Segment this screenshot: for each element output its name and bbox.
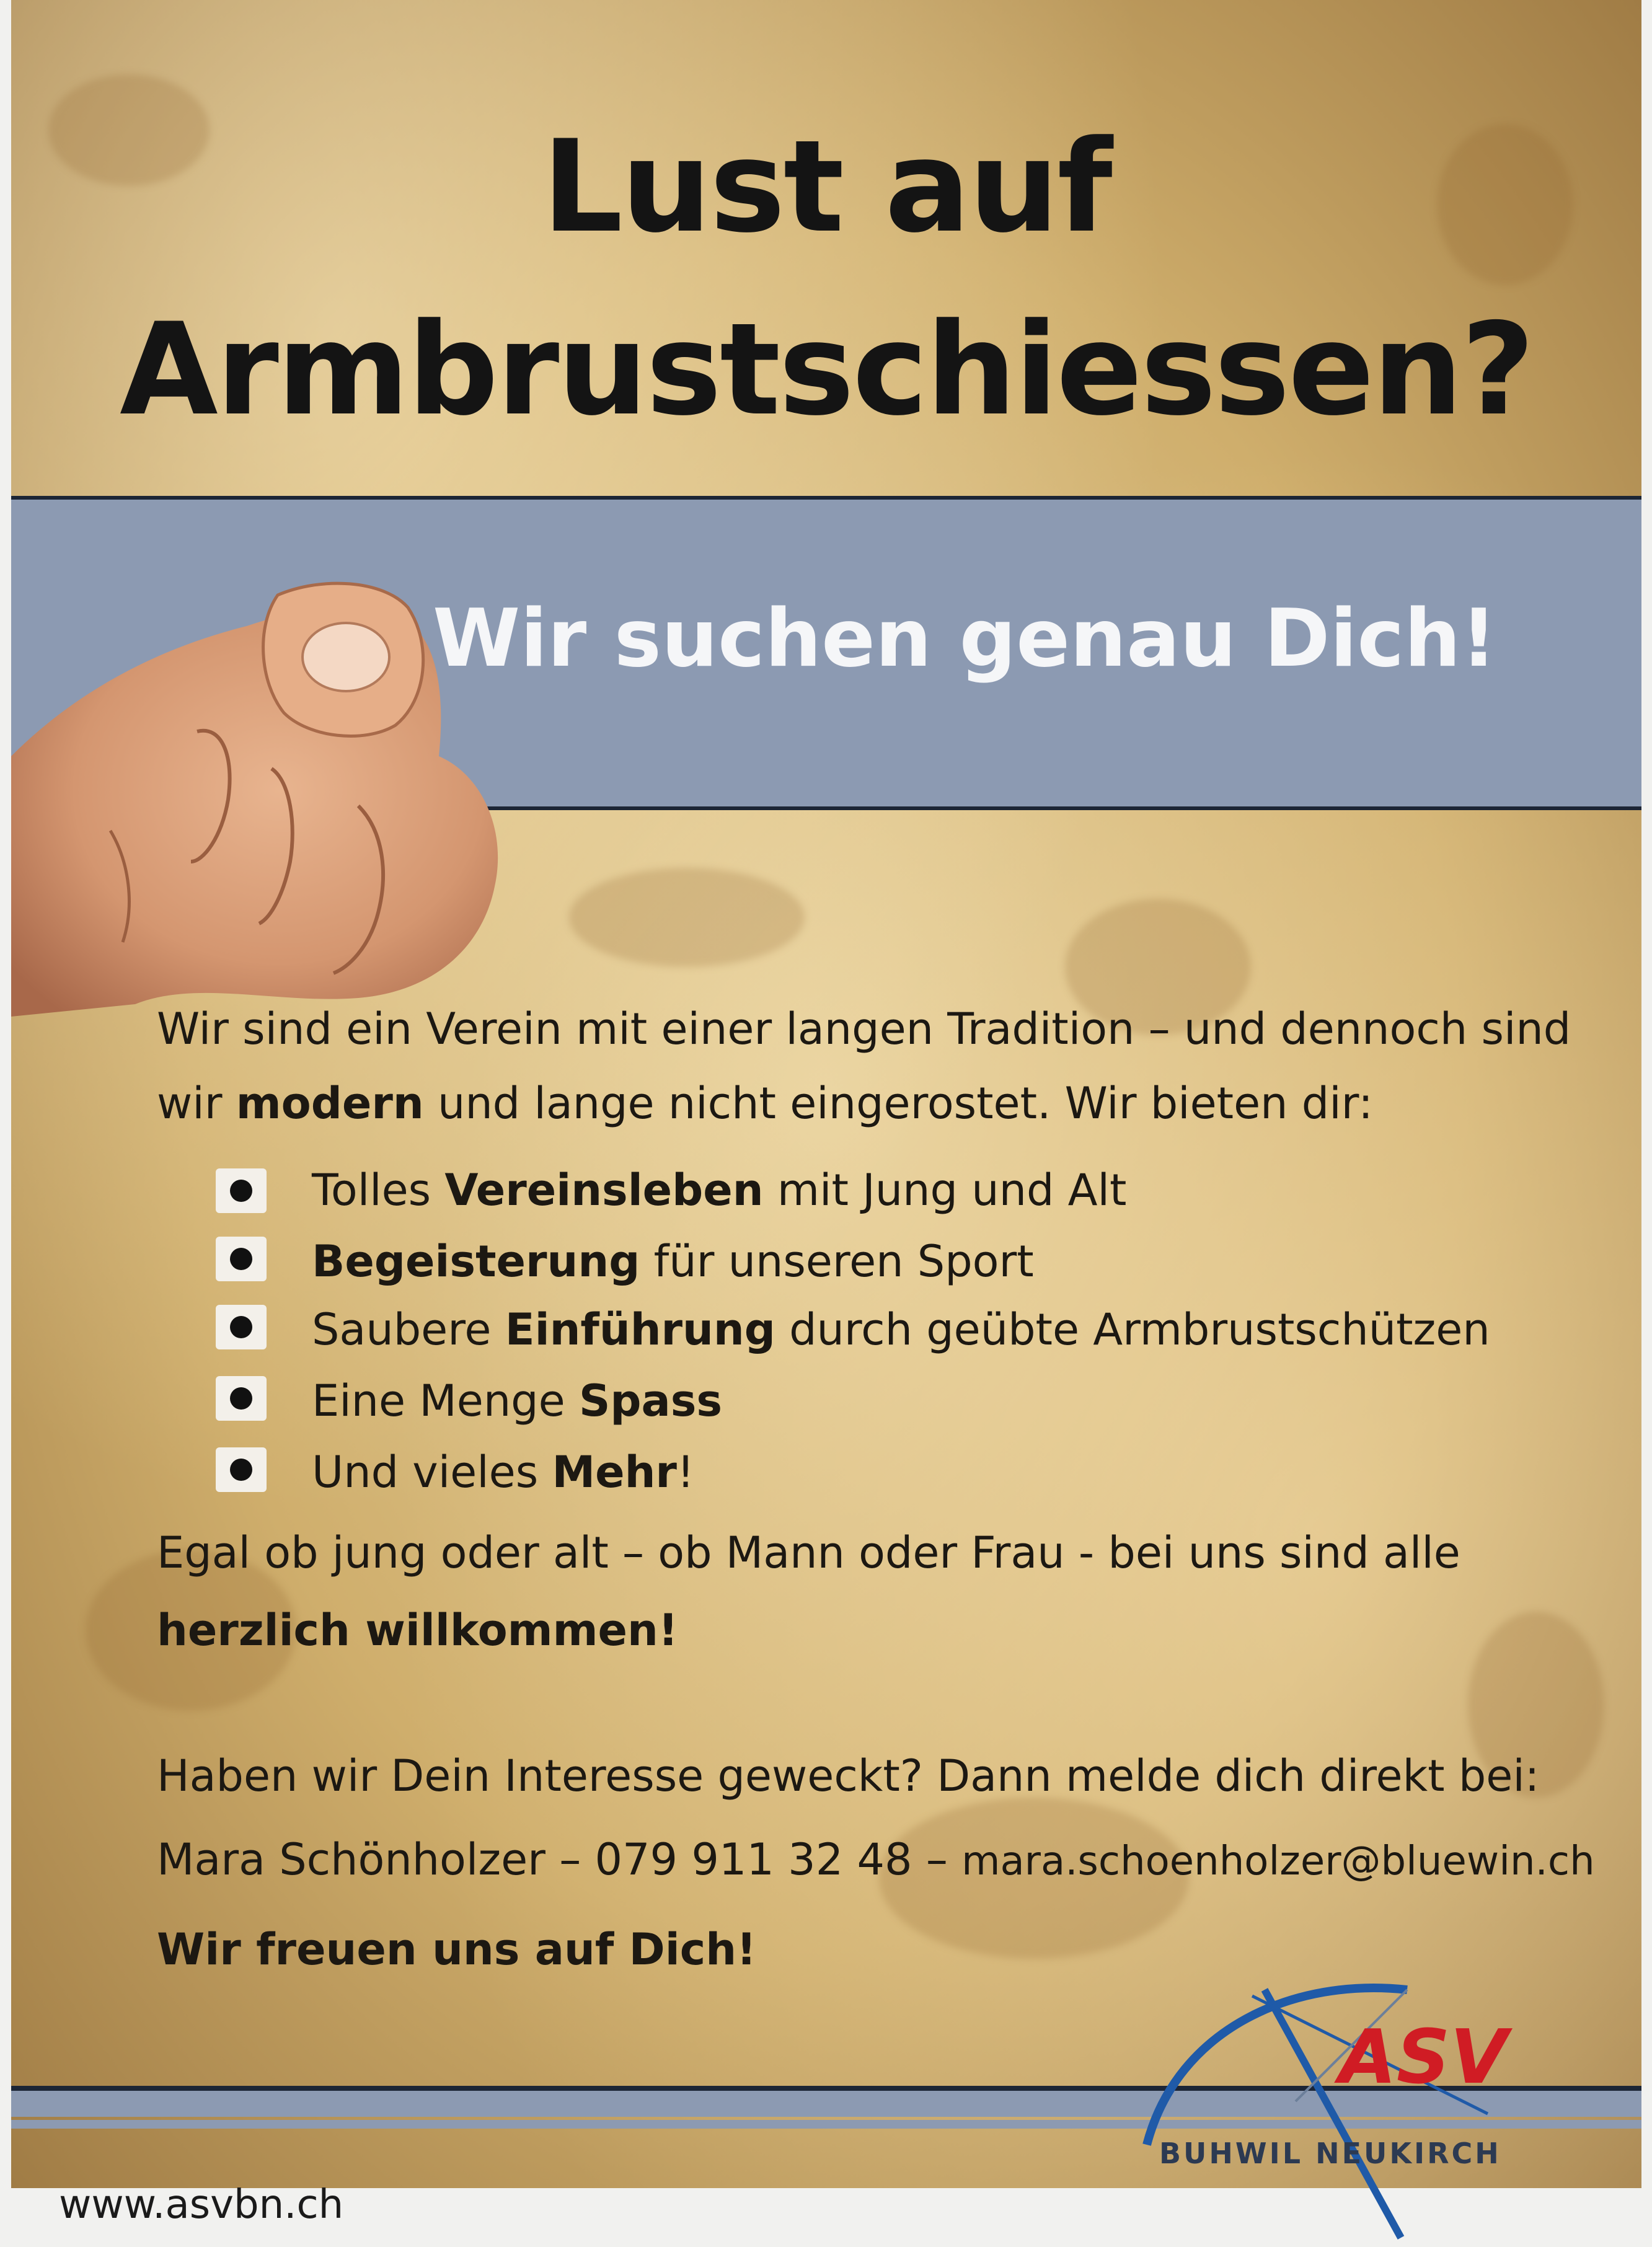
welcome-line-2: herzlich willkommen! xyxy=(157,1605,678,1656)
list-item-text: durch geübte Armbrustschützen xyxy=(775,1304,1490,1355)
logo-text: ASV xyxy=(1334,2015,1513,2101)
website-url: www.asvbn.ch xyxy=(59,2182,344,2228)
intro-bold: modern xyxy=(236,1078,424,1129)
intro-line-2: wir modern und lange nicht eingerostet. … xyxy=(157,1082,1373,1125)
list-item-bold: Vereinsleben xyxy=(444,1165,764,1216)
list-item-text: mit Jung und Alt xyxy=(763,1165,1127,1216)
contact-details: Mara Schönholzer – 079 911 32 48 – mara.… xyxy=(157,1838,1595,1881)
pointing-hand-icon xyxy=(11,581,498,1017)
bullet-icon xyxy=(216,1376,267,1421)
asv-logo: ASV BUHWIL NEUKIRCH xyxy=(1142,1984,1513,2240)
contact-name: Mara Schönholzer xyxy=(157,1834,546,1885)
list-item: Saubere Einführung durch geübte Armbrust… xyxy=(312,1308,1490,1351)
list-item-bold: Mehr xyxy=(552,1447,677,1498)
list-item-text: ! xyxy=(676,1447,695,1498)
separator: – xyxy=(545,1834,595,1885)
contact-question: Haben wir Dein Interesse geweckt? Dann m… xyxy=(157,1750,1540,1801)
intro-text: wir xyxy=(157,1078,236,1129)
list-item-bold: Spass xyxy=(578,1375,723,1426)
contact-phone: 079 911 32 48 xyxy=(594,1834,912,1885)
banner-text: Wir suchen genau Dich! xyxy=(433,593,1497,685)
separator: – xyxy=(912,1834,962,1885)
bullet-icon xyxy=(216,1168,267,1213)
welcome-line-1: Egal ob jung oder alt – ob Mann oder Fra… xyxy=(157,1527,1460,1578)
list-item-text: Eine Menge xyxy=(312,1375,579,1426)
contact-email: mara.schoenholzer@bluewin.ch xyxy=(961,1839,1595,1884)
list-item: Tolles Vereinsleben mit Jung und Alt xyxy=(312,1168,1126,1212)
bullet-icon xyxy=(216,1447,267,1492)
intro-text: und lange nicht eingerostet. Wir bieten … xyxy=(423,1078,1373,1129)
list-item-text: Saubere xyxy=(312,1304,505,1355)
list-item: Und vieles Mehr! xyxy=(312,1450,694,1494)
list-item-text: Tolles xyxy=(312,1165,445,1216)
closing-text: Wir freuen uns auf Dich! xyxy=(157,1924,757,1975)
logo-subtitle: BUHWIL NEUKIRCH xyxy=(1159,2137,1501,2170)
list-item-bold: Begeisterung xyxy=(312,1236,640,1287)
list-item: Begeisterung für unseren Sport xyxy=(312,1240,1034,1283)
headline-line-2: Armbrustschiessen? xyxy=(120,296,1535,444)
bullet-icon xyxy=(216,1305,267,1349)
bullet-icon xyxy=(216,1237,267,1281)
poster: Lust auf Armbrustschiessen? Wir suchen g… xyxy=(11,0,1641,2188)
intro-line-1: Wir sind ein Verein mit einer langen Tra… xyxy=(157,1004,1571,1054)
list-item-bold: Einführung xyxy=(505,1304,775,1355)
parchment-stain xyxy=(569,868,805,967)
list-item-text: für unseren Sport xyxy=(640,1236,1034,1287)
list-item: Eine Menge Spass xyxy=(312,1379,722,1423)
headline-line-1: Lust auf xyxy=(542,113,1112,261)
list-item-text: Und vieles xyxy=(312,1447,552,1498)
